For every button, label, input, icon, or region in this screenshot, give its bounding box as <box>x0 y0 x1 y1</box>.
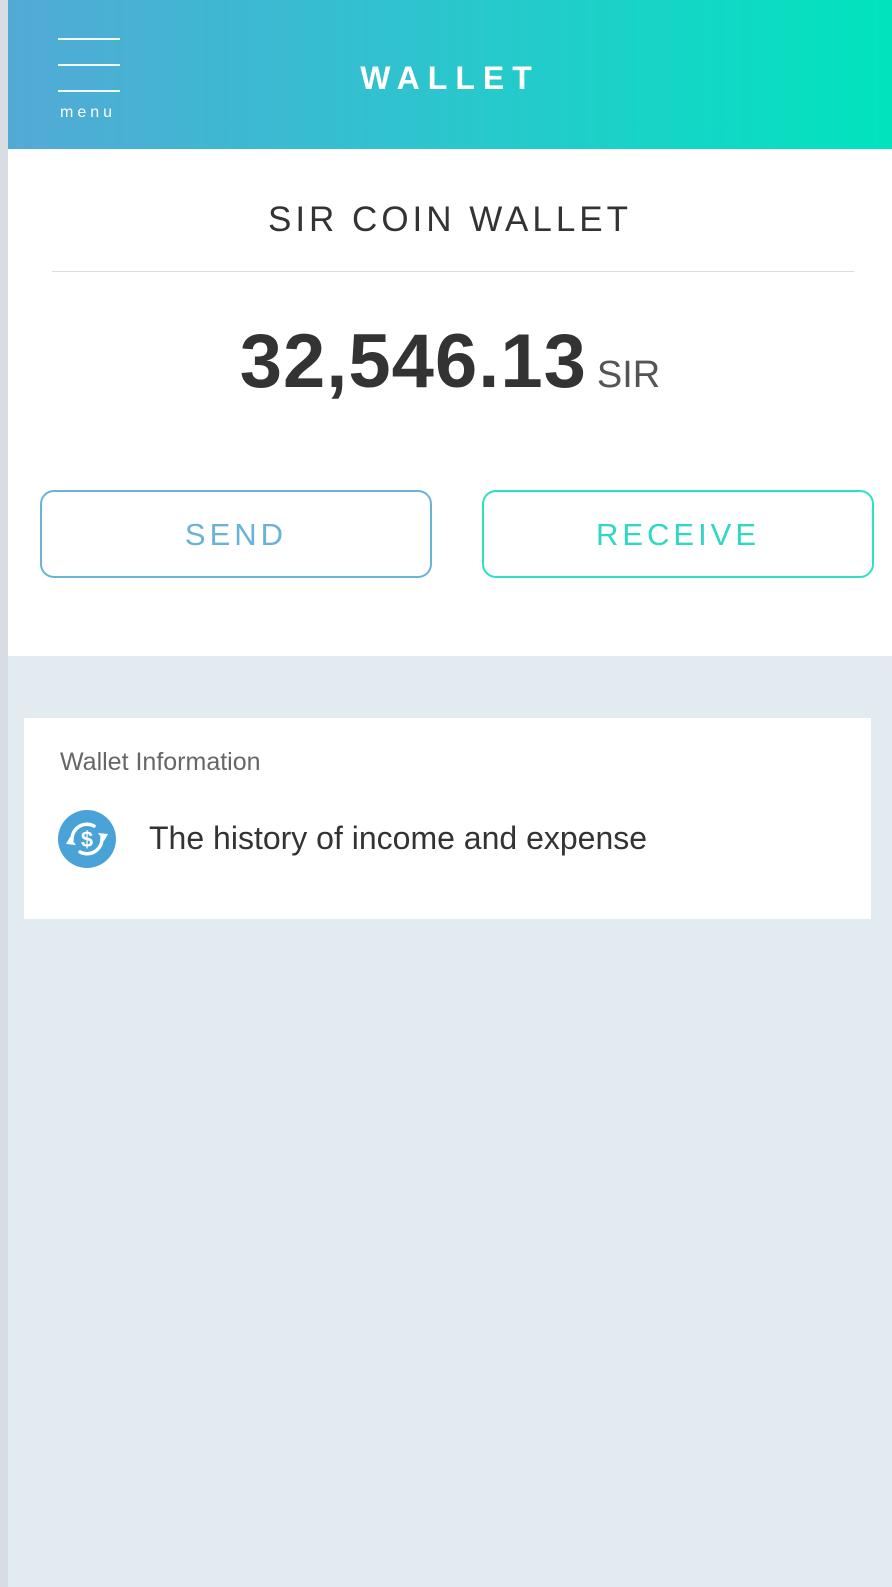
balance-display: 32,546.13 SIR <box>8 318 892 405</box>
wallet-info-card: Wallet Information $ The history of inco… <box>24 718 871 919</box>
balance-unit: SIR <box>596 354 661 396</box>
balance-value: 32,546.13 <box>239 319 587 404</box>
history-link[interactable]: $ The history of income and expense <box>54 806 834 870</box>
menu-line-icon <box>58 38 120 40</box>
menu-label: menu <box>60 104 117 121</box>
history-label: The history of income and expense <box>149 820 648 856</box>
screen-edge <box>0 0 8 1587</box>
send-button[interactable]: SEND <box>40 490 432 578</box>
info-heading: Wallet Information <box>60 748 261 776</box>
receive-button[interactable]: RECEIVE <box>482 490 874 578</box>
wallet-title: SIR COIN WALLET <box>267 200 633 239</box>
app-header: menu WALLET <box>8 0 892 149</box>
divider <box>52 271 854 272</box>
wallet-screen: menu WALLET SIR COIN WALLET 32,546.13 SIR… <box>0 0 892 1587</box>
page-title: WALLET <box>360 60 540 96</box>
svg-text:$: $ <box>81 827 93 852</box>
currency-exchange-icon: $ <box>58 810 116 868</box>
